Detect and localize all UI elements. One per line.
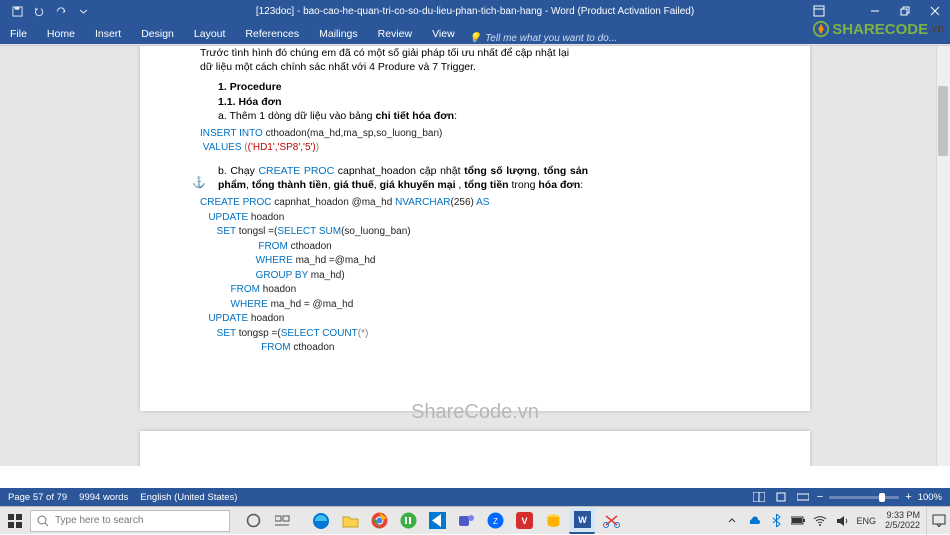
svg-text:V: V bbox=[521, 516, 527, 526]
watermark-1: ShareCode.vn bbox=[411, 401, 539, 424]
logo-text: SHARECODE bbox=[832, 21, 928, 38]
word-icon[interactable]: W bbox=[569, 508, 595, 534]
chrome-icon[interactable] bbox=[366, 508, 392, 534]
cortana-icon[interactable] bbox=[240, 508, 266, 534]
tab-references[interactable]: References bbox=[235, 24, 309, 44]
code-block-1: INSERT INTO cthoadon(ma_hd,ma_sp,so_luon… bbox=[200, 127, 750, 156]
code-block-2: CREATE PROC capnhat_hoadon @ma_hd NVARCH… bbox=[200, 196, 750, 356]
zoom-value[interactable]: 100% bbox=[918, 492, 942, 503]
action-center-icon[interactable] bbox=[926, 507, 950, 535]
ribbon: File Home Insert Design Layout Reference… bbox=[0, 22, 950, 44]
zoom-knob[interactable] bbox=[879, 493, 885, 502]
volume-icon[interactable] bbox=[834, 513, 850, 529]
qat-dropdown-icon[interactable] bbox=[76, 4, 90, 18]
vertical-scrollbar[interactable] bbox=[936, 46, 950, 466]
status-page[interactable]: Page 57 of 79 bbox=[8, 492, 67, 503]
taskbar-apps: Z V W bbox=[240, 508, 624, 534]
heading-1-1: 1.1. Hóa đơn bbox=[218, 95, 750, 109]
print-layout-icon[interactable] bbox=[773, 490, 789, 504]
tell-me-text: Tell me what you want to do... bbox=[485, 33, 617, 44]
tray-chevron-icon[interactable] bbox=[724, 513, 740, 529]
edge-icon[interactable] bbox=[308, 508, 334, 534]
logo-mark-icon bbox=[812, 20, 830, 38]
tab-review[interactable]: Review bbox=[368, 24, 422, 44]
document-content[interactable]: Trước tình hình đó chúng em đã có một số… bbox=[140, 46, 810, 356]
close-button[interactable] bbox=[920, 0, 950, 22]
svg-text:Z: Z bbox=[493, 517, 498, 526]
statusbar: Page 57 of 79 9994 words English (United… bbox=[0, 488, 950, 506]
taskbar-clock[interactable]: 9:33 PM 2/5/2022 bbox=[879, 511, 926, 531]
tab-home[interactable]: Home bbox=[37, 24, 85, 44]
status-words[interactable]: 9994 words bbox=[79, 492, 128, 503]
task-view-icon[interactable] bbox=[269, 508, 295, 534]
bluetooth-icon[interactable] bbox=[768, 513, 784, 529]
page-1: Trước tình hình đó chúng em đã có một số… bbox=[140, 46, 810, 411]
tab-view[interactable]: View bbox=[422, 24, 465, 44]
tell-me-search[interactable]: 💡 Tell me what you want to do... bbox=[465, 33, 617, 44]
ssms-icon[interactable] bbox=[540, 508, 566, 534]
battery-icon[interactable] bbox=[790, 513, 806, 529]
wifi-icon[interactable] bbox=[812, 513, 828, 529]
quick-access bbox=[0, 4, 90, 18]
intro-para: Trước tình hình đó chúng em đã có một số… bbox=[200, 46, 750, 74]
heading-1: 1. Procedure bbox=[218, 80, 750, 94]
tab-layout[interactable]: Layout bbox=[184, 24, 236, 44]
scrollbar-thumb[interactable] bbox=[938, 86, 948, 156]
zalo-icon[interactable]: Z bbox=[482, 508, 508, 534]
item-b: b. Chạy CREATE PROC capnhat_hoadon cập n… bbox=[218, 164, 588, 192]
web-layout-icon[interactable] bbox=[795, 490, 811, 504]
anchor-icon: ⚓ bbox=[192, 176, 206, 189]
window-controls bbox=[860, 0, 950, 22]
search-placeholder: Type here to search bbox=[55, 515, 143, 526]
document-title: [123doc] - bao-cao-he-quan-tri-co-so-du-… bbox=[256, 6, 694, 17]
zoom-slider[interactable] bbox=[829, 496, 899, 499]
page-2: WHERE ma_hd =@ma_hd GROUP BY ma_hd) bbox=[140, 431, 810, 466]
minimize-button[interactable] bbox=[860, 0, 890, 22]
zoom-in-button[interactable]: + bbox=[905, 491, 911, 503]
tab-design[interactable]: Design bbox=[131, 24, 184, 44]
coccoc-icon[interactable] bbox=[395, 508, 421, 534]
tab-insert[interactable]: Insert bbox=[85, 24, 131, 44]
onedrive-icon[interactable] bbox=[746, 513, 762, 529]
snipping-icon[interactable] bbox=[598, 508, 624, 534]
tab-mailings[interactable]: Mailings bbox=[309, 24, 368, 44]
tab-file[interactable]: File bbox=[0, 24, 37, 44]
zoom-out-button[interactable]: − bbox=[817, 491, 823, 503]
titlebar: [123doc] - bao-cao-he-quan-tri-co-so-du-… bbox=[0, 0, 950, 22]
undo-icon[interactable] bbox=[32, 4, 46, 18]
taskbar-search[interactable]: Type here to search bbox=[30, 510, 230, 532]
taskbar-language[interactable]: ENG bbox=[856, 513, 876, 529]
logo-suffix: .vn bbox=[928, 23, 944, 35]
item-a: a. Thêm 1 dòng dữ liệu vào bảng chi tiết… bbox=[218, 109, 750, 123]
restore-button[interactable] bbox=[890, 0, 920, 22]
redo-icon[interactable] bbox=[54, 4, 68, 18]
file-explorer-icon[interactable] bbox=[337, 508, 363, 534]
taskbar: Type here to search Z V W ENG 9:33 PM 2/… bbox=[0, 506, 950, 534]
bulb-icon: 💡 bbox=[469, 33, 481, 44]
search-icon bbox=[37, 515, 49, 527]
clock-date: 2/5/2022 bbox=[885, 521, 920, 531]
save-icon[interactable] bbox=[10, 4, 24, 18]
teams-icon[interactable] bbox=[453, 508, 479, 534]
sharecode-logo: SHARECODE.vn bbox=[812, 20, 944, 38]
system-tray: ENG 9:33 PM 2/5/2022 bbox=[721, 507, 950, 535]
ribbon-display-icon[interactable] bbox=[813, 5, 825, 17]
editor-area: Trước tình hình đó chúng em đã có một số… bbox=[0, 46, 950, 466]
start-button[interactable] bbox=[0, 507, 30, 535]
svg-text:W: W bbox=[578, 515, 587, 525]
read-mode-icon[interactable] bbox=[751, 490, 767, 504]
status-language[interactable]: English (United States) bbox=[140, 492, 237, 503]
vscode-icon[interactable] bbox=[424, 508, 450, 534]
unikey-icon[interactable]: V bbox=[511, 508, 537, 534]
